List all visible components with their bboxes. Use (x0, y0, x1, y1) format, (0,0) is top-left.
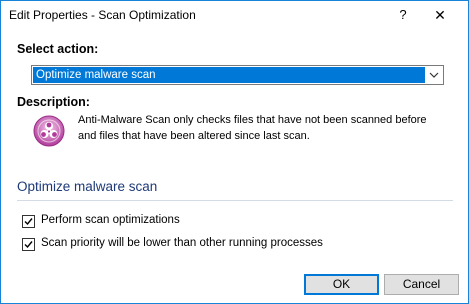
action-dropdown[interactable]: Optimize malware scan (31, 65, 444, 85)
checkbox-lower-priority[interactable] (22, 238, 35, 251)
ok-button[interactable]: OK (304, 274, 379, 295)
chevron-down-icon[interactable] (428, 69, 440, 81)
action-dropdown-value: Optimize malware scan (33, 67, 425, 83)
option-label: Scan priority will be lower than other r… (41, 237, 323, 249)
section-title: Optimize malware scan (17, 179, 158, 194)
dialog-window: Edit Properties - Scan Optimization ? ✕ … (0, 0, 469, 304)
title-bar[interactable]: Edit Properties - Scan Optimization ? ✕ (1, 1, 468, 31)
checkmark-icon (24, 241, 33, 249)
description-text: Anti-Malware Scan only checks files that… (78, 114, 427, 142)
close-button[interactable]: ✕ (425, 4, 455, 26)
select-action-label: Select action: (17, 42, 99, 56)
description-label: Description: (17, 95, 90, 109)
cancel-button[interactable]: Cancel (384, 274, 459, 295)
section-divider (17, 200, 453, 201)
help-button[interactable]: ? (391, 4, 415, 26)
window-title: Edit Properties - Scan Optimization (9, 8, 196, 22)
biohazard-icon (32, 114, 66, 148)
checkbox-perform-scan-optimizations[interactable] (22, 215, 35, 228)
checkmark-icon (24, 218, 33, 226)
option-label: Perform scan optimizations (41, 214, 180, 226)
